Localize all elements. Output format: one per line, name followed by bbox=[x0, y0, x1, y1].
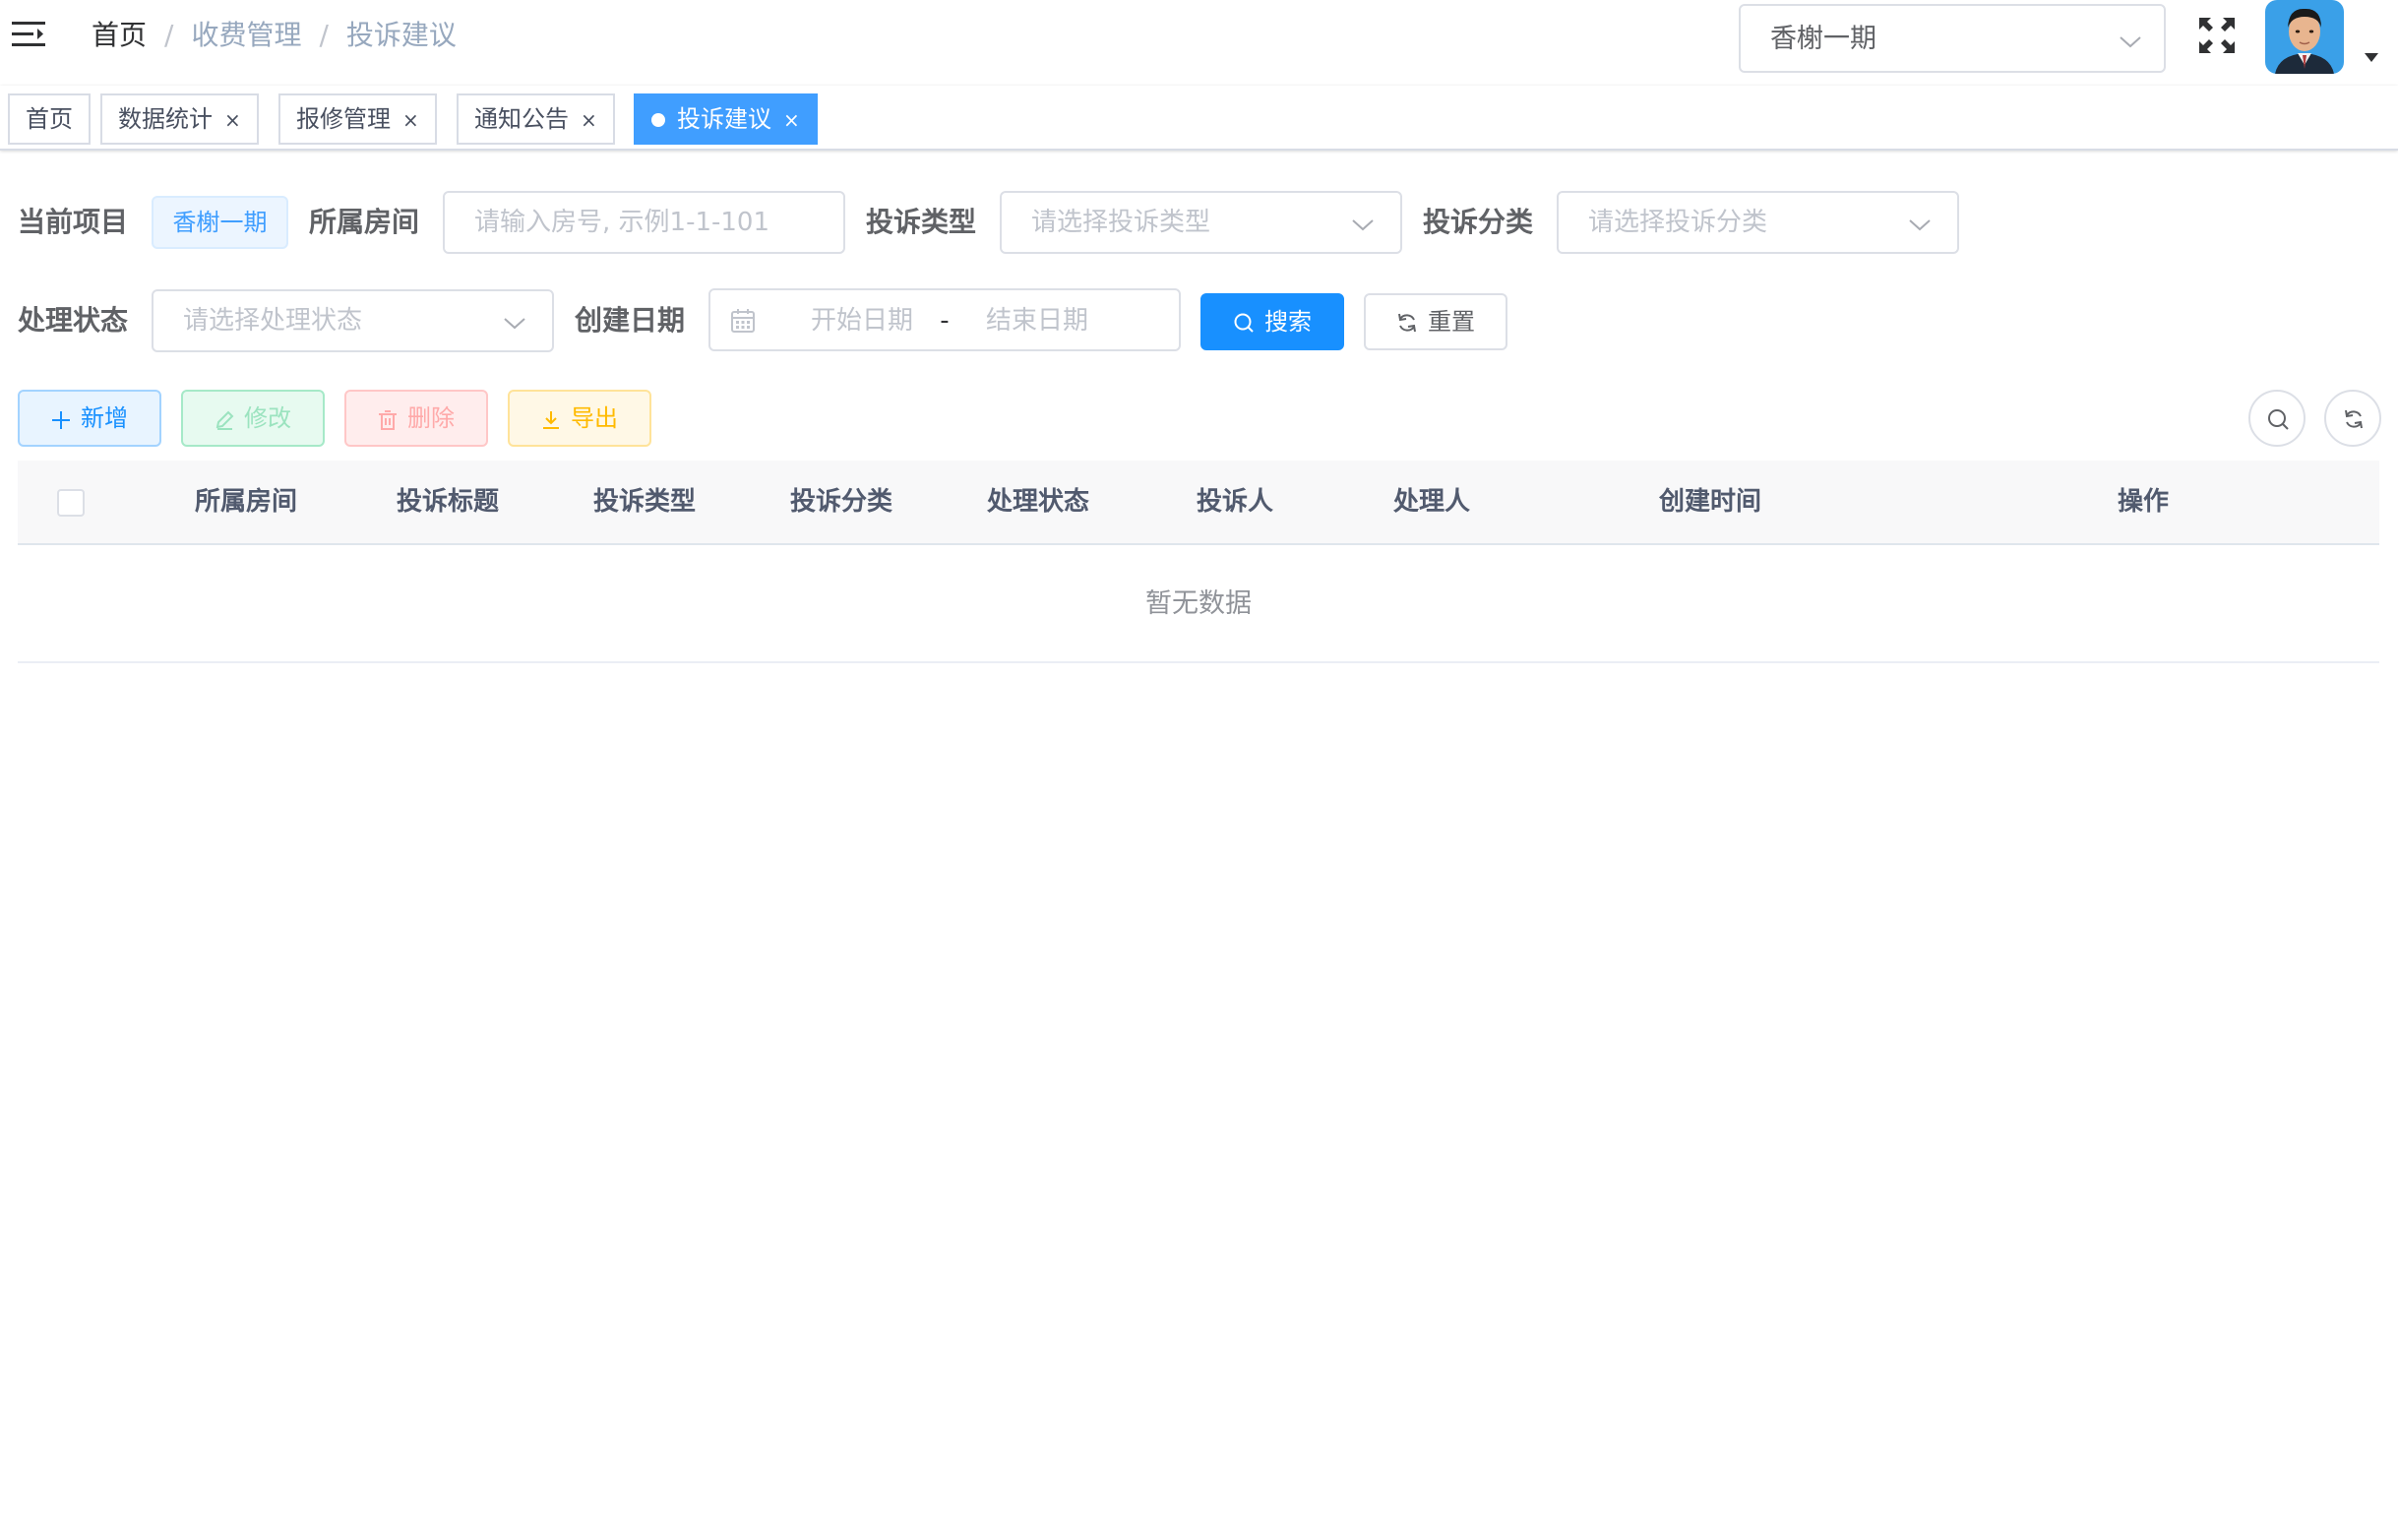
breadcrumb-fee-management: 收费管理 bbox=[191, 19, 302, 51]
select-all-checkbox[interactable] bbox=[57, 489, 85, 517]
complaint-category-label: 投诉分类 bbox=[1423, 206, 1534, 238]
column-header-type: 投诉类型 bbox=[592, 487, 696, 517]
close-icon[interactable]: × bbox=[783, 96, 800, 144]
export-button[interactable]: 导出 bbox=[508, 390, 651, 447]
close-icon[interactable]: × bbox=[402, 96, 419, 144]
edit-icon bbox=[215, 410, 234, 430]
start-date-input[interactable]: 开始日期 bbox=[793, 301, 931, 340]
project-selector[interactable]: 香榭一期 bbox=[1739, 4, 2166, 73]
tag-notices[interactable]: 通知公告 × bbox=[457, 93, 615, 145]
current-project-label: 当前项目 bbox=[18, 206, 129, 238]
chevron-down-icon bbox=[504, 318, 525, 330]
active-dot-icon bbox=[651, 113, 665, 127]
status-select[interactable] bbox=[152, 289, 554, 352]
tag-label: 通知公告 bbox=[474, 105, 569, 133]
status-label: 处理状态 bbox=[18, 304, 129, 337]
date-range-separator: - bbox=[940, 306, 950, 336]
avatar[interactable] bbox=[2265, 0, 2344, 74]
room-input[interactable] bbox=[445, 193, 843, 252]
column-header-created-time: 创建时间 bbox=[1658, 487, 1761, 517]
refresh-icon bbox=[1398, 313, 1416, 333]
close-icon[interactable]: × bbox=[581, 96, 597, 144]
column-header-title: 投诉标题 bbox=[396, 487, 499, 517]
complaint-type-select[interactable] bbox=[1000, 191, 1402, 254]
room-input-wrapper bbox=[443, 191, 845, 254]
calendar-icon bbox=[731, 309, 755, 333]
search-icon bbox=[1234, 313, 1254, 333]
breadcrumb-home[interactable]: 首页 bbox=[92, 19, 147, 51]
column-header-actions: 操作 bbox=[2117, 487, 2169, 517]
date-range-picker[interactable]: 开始日期 - 结束日期 bbox=[708, 288, 1181, 351]
refresh-table-button[interactable] bbox=[2324, 390, 2381, 447]
column-header-category: 投诉分类 bbox=[789, 487, 892, 517]
search-button-label: 搜索 bbox=[1264, 308, 1312, 336]
column-header-complainant: 投诉人 bbox=[1196, 487, 1273, 517]
download-icon bbox=[543, 411, 559, 429]
tag-statistics[interactable]: 数据统计 × bbox=[100, 93, 259, 145]
hamburger-icon[interactable] bbox=[12, 20, 45, 49]
toggle-search-button[interactable] bbox=[2248, 390, 2306, 447]
reset-button-label: 重置 bbox=[1428, 308, 1475, 336]
chevron-down-icon bbox=[2120, 36, 2141, 48]
complaint-type-input[interactable] bbox=[1002, 193, 1400, 252]
edit-button-label: 修改 bbox=[244, 404, 291, 432]
project-selector-value: 香榭一期 bbox=[1770, 24, 1876, 54]
breadcrumb-separator: / bbox=[164, 19, 174, 51]
room-label: 所属房间 bbox=[309, 206, 420, 238]
complaint-type-label: 投诉类型 bbox=[866, 206, 977, 238]
chevron-down-icon bbox=[1352, 219, 1374, 231]
tag-label: 首页 bbox=[26, 105, 73, 133]
add-button[interactable]: 新增 bbox=[18, 390, 161, 447]
table-body: 暂无数据 bbox=[18, 545, 2379, 663]
tag-label: 数据统计 bbox=[118, 105, 213, 133]
close-icon[interactable]: × bbox=[224, 96, 241, 144]
column-header-status: 处理状态 bbox=[986, 487, 1089, 517]
end-date-input[interactable]: 结束日期 bbox=[968, 301, 1106, 340]
tag-complaints[interactable]: 投诉建议 × bbox=[634, 93, 818, 145]
user-avatar-image bbox=[2265, 0, 2344, 74]
search-button[interactable]: 搜索 bbox=[1200, 293, 1344, 350]
breadcrumb-complaints: 投诉建议 bbox=[345, 19, 457, 51]
complaints-table: 所属房间 投诉标题 投诉类型 投诉分类 处理状态 投诉人 处理人 创建时间 操作… bbox=[18, 461, 2379, 663]
edit-button[interactable]: 修改 bbox=[181, 390, 325, 447]
table-header: 所属房间 投诉标题 投诉类型 投诉分类 处理状态 投诉人 处理人 创建时间 操作 bbox=[18, 461, 2379, 545]
navbar: 首页 / 收费管理 / 投诉建议 香榭一期 bbox=[0, 0, 2398, 86]
current-project-tag: 香榭一期 bbox=[152, 196, 288, 249]
breadcrumb: 首页 / 收费管理 / 投诉建议 bbox=[92, 16, 457, 55]
empty-text: 暂无数据 bbox=[1145, 588, 1252, 619]
export-button-label: 导出 bbox=[571, 404, 618, 432]
fullscreen-icon[interactable] bbox=[2197, 16, 2237, 55]
tag-label: 投诉建议 bbox=[677, 105, 771, 133]
complaint-category-input[interactable] bbox=[1559, 193, 1957, 252]
delete-button[interactable]: 删除 bbox=[344, 390, 488, 447]
caret-down-icon[interactable] bbox=[2364, 51, 2379, 63]
column-header-handler: 处理人 bbox=[1392, 487, 1470, 517]
delete-icon bbox=[379, 410, 397, 430]
status-input[interactable] bbox=[154, 291, 552, 350]
tag-label: 报修管理 bbox=[296, 105, 391, 133]
plus-icon bbox=[52, 411, 70, 429]
tags-view: 首页 数据统计 × 报修管理 × 通知公告 × 投诉建议 × bbox=[0, 86, 2398, 151]
column-header-room: 所属房间 bbox=[194, 487, 297, 517]
create-date-label: 创建日期 bbox=[575, 304, 686, 337]
tag-repairs[interactable]: 报修管理 × bbox=[278, 93, 437, 145]
reset-button[interactable]: 重置 bbox=[1364, 293, 1507, 350]
breadcrumb-separator: / bbox=[319, 19, 329, 51]
chevron-down-icon bbox=[1909, 219, 1931, 231]
delete-button-label: 删除 bbox=[407, 404, 455, 432]
complaint-category-select[interactable] bbox=[1557, 191, 1959, 254]
tag-home[interactable]: 首页 bbox=[8, 93, 91, 145]
add-button-label: 新增 bbox=[81, 404, 128, 432]
refresh-icon bbox=[2345, 409, 2363, 429]
search-icon bbox=[2268, 409, 2289, 430]
